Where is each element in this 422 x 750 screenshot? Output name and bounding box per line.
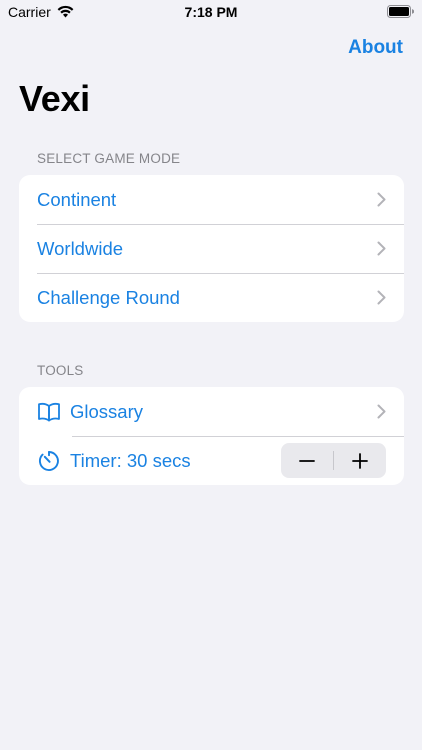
chevron-right-icon	[377, 192, 386, 207]
timer-label: Timer: 30 secs	[70, 449, 191, 471]
chevron-right-icon	[377, 404, 386, 419]
chevron-right-icon	[377, 290, 386, 305]
increment-button[interactable]	[334, 443, 386, 478]
section-header-tools: TOOLS	[37, 363, 84, 378]
list-item-label: Glossary	[70, 400, 143, 422]
minus-icon	[299, 459, 315, 462]
status-bar: Carrier 7:18 PM	[0, 0, 422, 24]
battery-icon	[387, 5, 414, 18]
page-title: Vexi	[19, 78, 90, 119]
about-button[interactable]: About	[348, 37, 403, 59]
plus-icon	[352, 452, 368, 469]
timer-stepper	[281, 443, 386, 478]
list-item-timer: Timer: 30 secs	[19, 436, 404, 485]
tools-list: Glossary Timer: 30 secs	[19, 387, 404, 485]
list-item-glossary[interactable]: Glossary	[19, 387, 404, 436]
list-item-label: Continent	[37, 188, 117, 210]
list-item-challenge-round[interactable]: Challenge Round	[19, 273, 404, 322]
list-item-label: Worldwide	[37, 237, 124, 259]
book-icon	[36, 400, 62, 424]
list-item-worldwide[interactable]: Worldwide	[19, 224, 404, 273]
game-mode-list: Continent Worldwide Challenge Round	[19, 175, 404, 322]
clock: 7:18 PM	[184, 4, 238, 20]
decrement-button[interactable]	[281, 443, 333, 478]
timer-icon	[36, 449, 62, 473]
chevron-right-icon	[377, 241, 386, 256]
list-item-continent[interactable]: Continent	[19, 175, 404, 224]
section-header-game-mode: SELECT GAME MODE	[37, 151, 181, 166]
list-item-label: Challenge Round	[37, 286, 180, 308]
